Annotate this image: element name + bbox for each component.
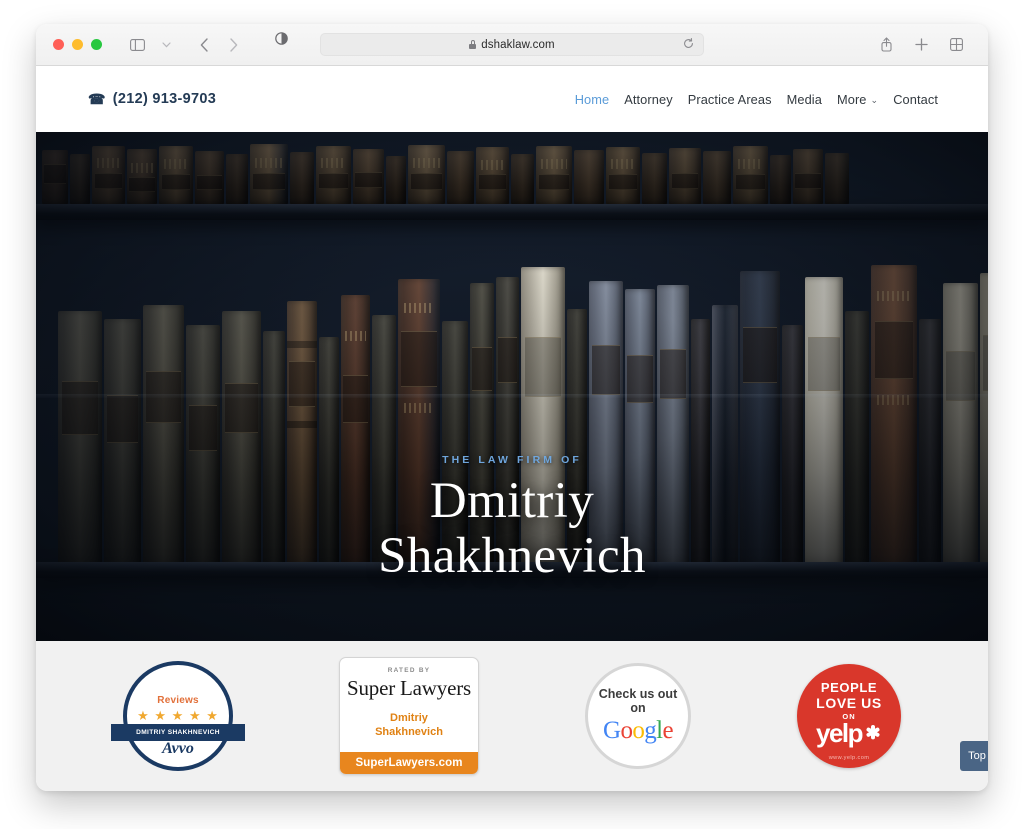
hero-eyebrow: THE LAW FIRM OF [442, 454, 582, 466]
yelp-url: www.yelp.com [828, 755, 870, 761]
sidebar-icon[interactable] [124, 33, 150, 57]
toolbar-left-controls [124, 33, 246, 57]
nav-item-contact[interactable]: Contact [893, 92, 938, 107]
browser-toolbar: dshaklaw.com [36, 24, 988, 66]
review-badges-strip: Reviews ★ ★ ★ ★ ★ out of 10 reviews DMIT… [36, 641, 988, 791]
yelp-burst-icon [864, 724, 882, 742]
share-icon[interactable] [873, 33, 899, 57]
site-header: ☎ (212) 913-9703 Home Attorney Practice … [36, 66, 988, 132]
super-lawyers-badge[interactable]: RATED BY Super Lawyers Dmitriy Shakhnevi… [339, 657, 479, 775]
avvo-reviews-label: Reviews [157, 694, 199, 706]
yelp-line-2: LOVE US [816, 695, 882, 711]
yelp-line-1: PEOPLE [820, 680, 878, 695]
hero-title: Dmitriy Shakhnevich [36, 473, 988, 585]
chevron-down-icon[interactable] [153, 33, 179, 57]
browser-window: dshaklaw.com ☎ (212) 913-9703 Home Attor… [36, 24, 988, 791]
super-lawyers-brand: Super Lawyers [347, 676, 471, 700]
nav-item-attorney[interactable]: Attorney [624, 92, 672, 107]
minimize-window-button[interactable] [72, 39, 83, 50]
google-review-badge[interactable]: Check us out on Google [585, 663, 691, 769]
phone-number: (212) 913-9703 [112, 91, 217, 107]
nav-item-home[interactable]: Home [575, 92, 610, 107]
close-window-button[interactable] [53, 39, 64, 50]
address-bar[interactable]: dshaklaw.com [320, 33, 704, 56]
hero-title-line-2: Shakhnevich [378, 528, 646, 585]
hero-section: THE LAW FIRM OF Dmitriy Shakhnevich [36, 132, 988, 641]
scroll-to-top-button[interactable]: Top [960, 741, 988, 771]
address-bar-content: dshaklaw.com [469, 38, 555, 51]
yelp-wordmark: yelp [815, 718, 864, 748]
nav-item-media[interactable]: Media [787, 92, 822, 107]
super-lawyers-site-url: SuperLawyers.com [340, 752, 478, 774]
main-navigation: Home Attorney Practice Areas Media More ⌄… [575, 92, 938, 107]
nav-item-practice-areas[interactable]: Practice Areas [688, 92, 772, 107]
yelp-badge[interactable]: PEOPLE LOVE US ON yelp www.yelp.com [797, 664, 901, 768]
yelp-logo: yelp [816, 720, 882, 746]
address-bar-url: dshaklaw.com [481, 38, 555, 51]
maximize-window-button[interactable] [91, 39, 102, 50]
plus-icon[interactable] [908, 33, 934, 57]
super-lawyers-attorney-name: Dmitriy Shakhnevich [375, 712, 443, 738]
telephone-icon: ☎ [88, 90, 106, 107]
google-badge-line-1: Check us out [598, 686, 678, 701]
forward-arrow-icon[interactable] [220, 33, 246, 57]
avvo-attorney-name: DMITRIY SHAKHNEVICH [111, 724, 245, 742]
reload-icon[interactable] [683, 36, 694, 54]
avvo-star-rating: ★ ★ ★ ★ ★ [137, 707, 219, 723]
hero-title-line-1: Dmitriy [429, 473, 595, 529]
super-lawyers-rated-by: RATED BY [387, 667, 431, 674]
back-arrow-icon[interactable] [191, 33, 217, 57]
toolbar-right-controls [873, 33, 969, 57]
window-traffic-lights [53, 39, 102, 50]
avvo-brand: Avvo [162, 740, 194, 757]
google-logo: Google [602, 717, 674, 745]
nav-item-more[interactable]: More ⌄ [837, 92, 878, 107]
avvo-badge[interactable]: Reviews ★ ★ ★ ★ ★ out of 10 reviews DMIT… [111, 661, 245, 771]
lock-icon [469, 40, 477, 49]
tab-overview-icon[interactable] [943, 33, 969, 57]
hero-content: THE LAW FIRM OF Dmitriy Shakhnevich [36, 454, 988, 584]
screenshot-root: dshaklaw.com ☎ (212) 913-9703 Home Attor… [0, 0, 1024, 829]
chevron-down-icon: ⌄ [870, 94, 879, 105]
reader-contrast-icon[interactable] [268, 26, 294, 50]
google-badge-line-2: on [630, 700, 646, 715]
phone-link[interactable]: ☎ (212) 913-9703 [88, 91, 216, 108]
